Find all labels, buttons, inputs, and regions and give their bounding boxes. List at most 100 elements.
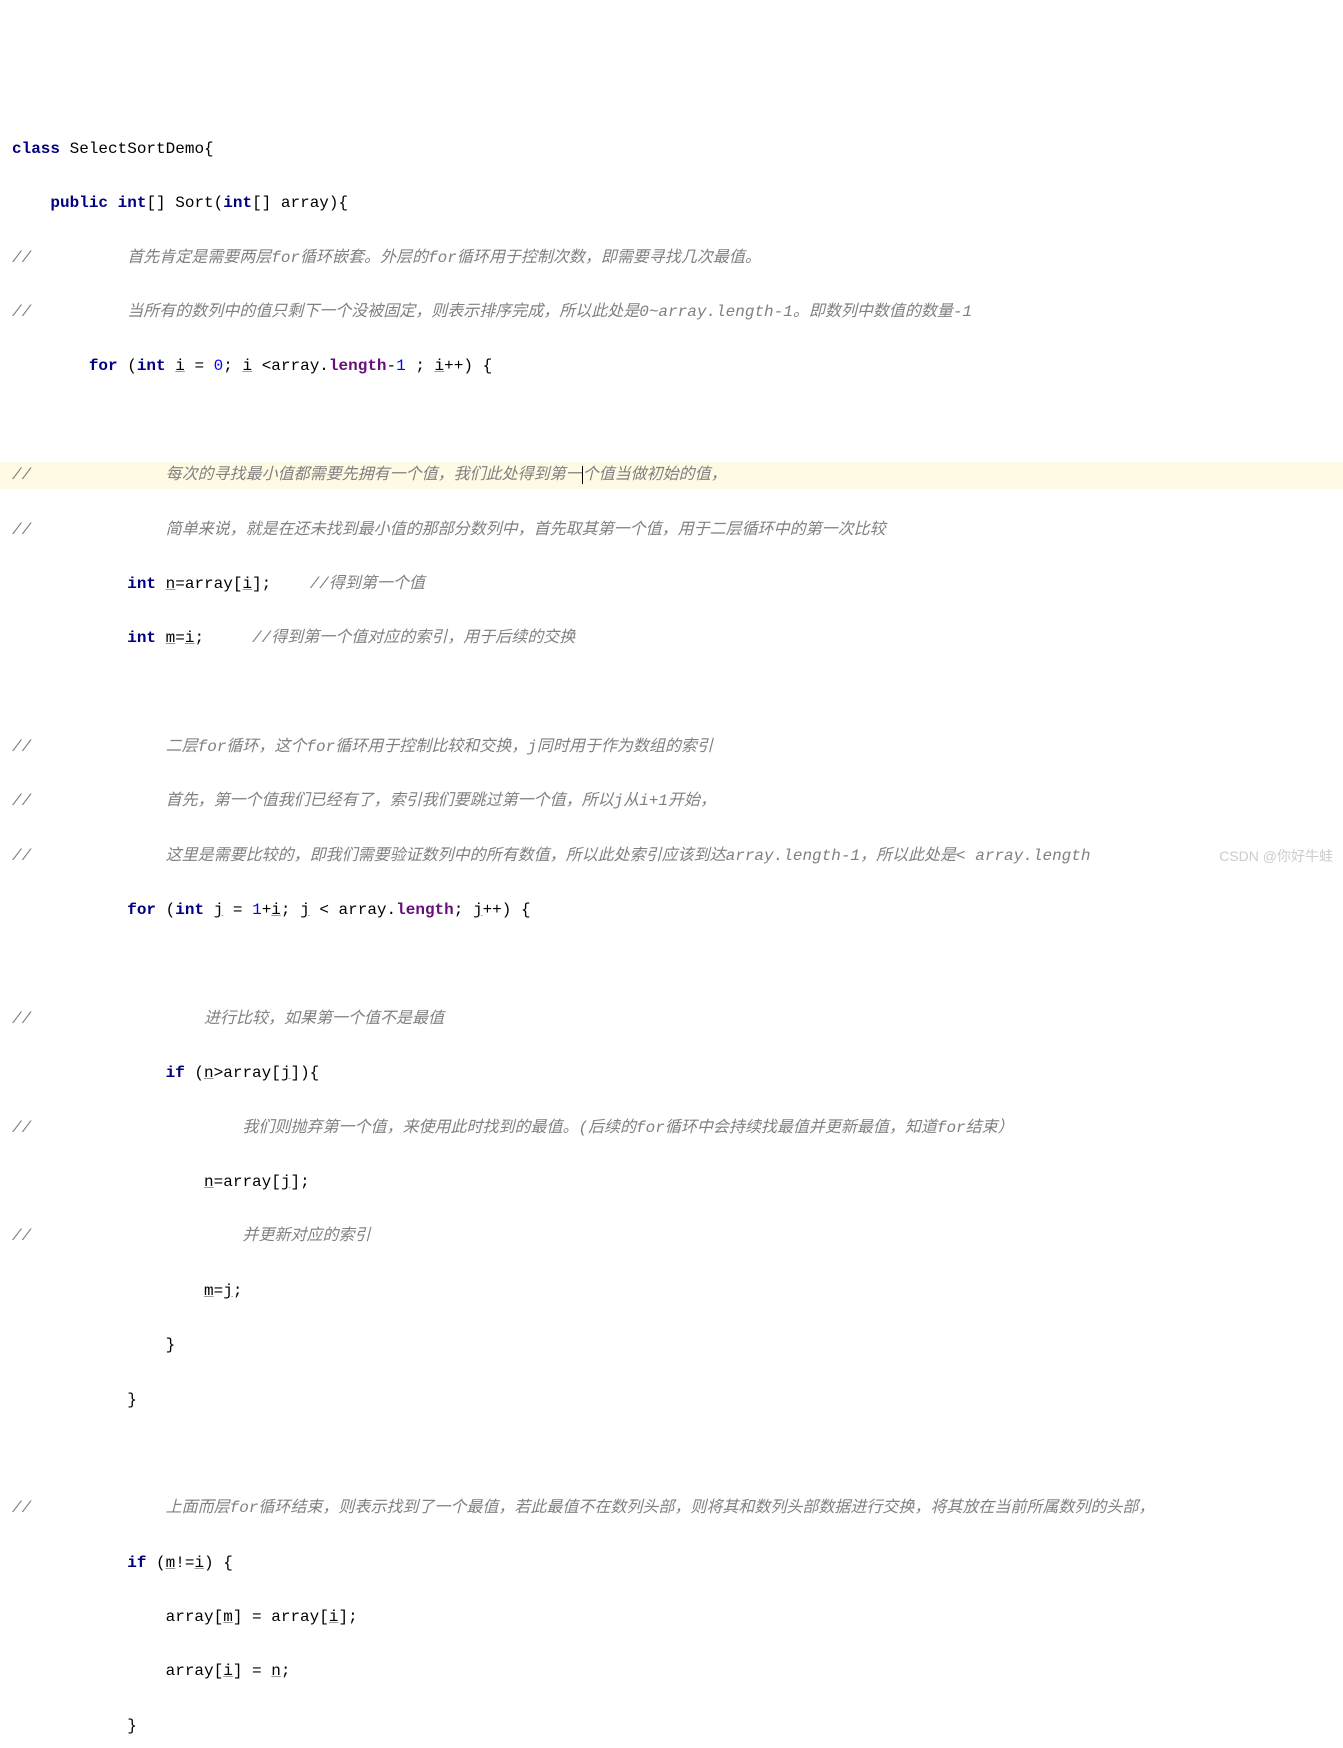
code-line[interactable]: if (m!=i) { bbox=[0, 1550, 1343, 1577]
comment-marker: // bbox=[12, 462, 31, 489]
code-text: [] bbox=[146, 194, 175, 212]
code-line[interactable]: // 二层for循环，这个for循环用于控制比较和交换，j同时用于作为数组的索引 bbox=[0, 734, 1343, 761]
variable: i bbox=[242, 357, 252, 375]
variable: n bbox=[166, 575, 176, 593]
variable: i bbox=[194, 1554, 204, 1572]
code-text: } bbox=[166, 1336, 176, 1354]
variable: n bbox=[204, 1173, 214, 1191]
code-text: = bbox=[223, 901, 252, 919]
code-text bbox=[156, 575, 166, 593]
keyword: int bbox=[127, 575, 156, 593]
code-text: = bbox=[175, 629, 185, 647]
code-line[interactable]: // 首先，第一个值我们已经有了，索引我们要跳过第一个值，所以j从i+1开始， bbox=[0, 788, 1343, 815]
code-line[interactable]: } bbox=[0, 1713, 1343, 1740]
code-line[interactable]: for (int j = 1+i; j < array.length; j++)… bbox=[0, 897, 1343, 924]
variable: n bbox=[204, 1064, 214, 1082]
code-line[interactable] bbox=[0, 952, 1343, 979]
variable: j bbox=[214, 901, 224, 919]
code-line[interactable]: // 简单来说，就是在还未找到最小值的那部分数列中，首先取其第一个值，用于二层循… bbox=[0, 517, 1343, 544]
code-line[interactable] bbox=[0, 1441, 1343, 1468]
code-text bbox=[166, 357, 176, 375]
code-text: } bbox=[127, 1391, 137, 1409]
code-line[interactable]: public int[] Sort(int[] array){ bbox=[0, 190, 1343, 217]
code-editor[interactable]: class SelectSortDemo{ public int[] Sort(… bbox=[0, 109, 1343, 1748]
comment-marker: // bbox=[12, 1115, 31, 1142]
comment-marker: // bbox=[12, 1495, 31, 1522]
comment: 个值当做初始的值， bbox=[583, 466, 727, 484]
code-line[interactable]: array[i] = n; bbox=[0, 1658, 1343, 1685]
code-line[interactable]: // 当所有的数列中的值只剩下一个没被固定，则表示排序完成，所以此处是0~arr… bbox=[0, 299, 1343, 326]
comment-marker: // bbox=[12, 1006, 31, 1033]
comment: 这里是需要比较的，即我们需要验证数列中的所有数值，所以此处索引应该到达array… bbox=[166, 847, 1091, 865]
code-line[interactable]: int m=i; //得到第一个值对应的索引，用于后续的交换 bbox=[0, 625, 1343, 652]
comment: 并更新对应的索引 bbox=[242, 1227, 370, 1245]
comment-marker: // bbox=[12, 843, 31, 870]
keyword: int bbox=[118, 194, 147, 212]
variable: n bbox=[271, 1662, 281, 1680]
field: length bbox=[329, 357, 387, 375]
variable: i bbox=[175, 357, 185, 375]
code-text: ; bbox=[406, 357, 435, 375]
keyword: int bbox=[137, 357, 166, 375]
code-text: ; bbox=[281, 1662, 291, 1680]
method-name: Sort bbox=[175, 194, 213, 212]
code-line-current[interactable]: // 每次的寻找最小值都需要先拥有一个值，我们此处得到第一个值当做初始的值， bbox=[0, 462, 1343, 489]
code-text: ; bbox=[233, 1282, 243, 1300]
code-line[interactable]: // 首先肯定是需要两层for循环嵌套。外层的for循环用于控制次数，即需要寻找… bbox=[0, 245, 1343, 272]
keyword: for bbox=[89, 357, 118, 375]
code-text: ; bbox=[454, 901, 473, 919]
code-line[interactable]: class SelectSortDemo{ bbox=[0, 136, 1343, 163]
keyword: if bbox=[166, 1064, 185, 1082]
comment: 我们则抛弃第一个值，来使用此时找到的最值。(后续的for循环中会持续找最值并更新… bbox=[242, 1119, 1013, 1137]
code-line[interactable]: array[m] = array[i]; bbox=[0, 1604, 1343, 1631]
code-line[interactable]: } bbox=[0, 1332, 1343, 1359]
code-text: ]; bbox=[338, 1608, 357, 1626]
variable: i bbox=[223, 1662, 233, 1680]
comment-marker: // bbox=[12, 299, 31, 326]
variable: j bbox=[473, 901, 483, 919]
code-text: ; bbox=[194, 629, 252, 647]
code-line[interactable]: // 进行比较，如果第一个值不是最值 bbox=[0, 1006, 1343, 1033]
code-line[interactable]: } bbox=[0, 1387, 1343, 1414]
code-text: =array[ bbox=[214, 1173, 281, 1191]
keyword: class bbox=[12, 140, 60, 158]
code-line[interactable]: for (int i = 0; i <array.length-1 ; i++)… bbox=[0, 353, 1343, 380]
code-line[interactable]: if (n>array[j]){ bbox=[0, 1060, 1343, 1087]
code-line[interactable]: // 上面而层for循环结束，则表示找到了一个最值，若此最值不在数列头部，则将其… bbox=[0, 1495, 1343, 1522]
code-text: = bbox=[214, 1282, 224, 1300]
code-text: } bbox=[127, 1717, 137, 1735]
comment: 二层for循环，这个for循环用于控制比较和交换，j同时用于作为数组的索引 bbox=[166, 738, 713, 756]
comment-marker: // bbox=[12, 788, 31, 815]
code-line[interactable] bbox=[0, 408, 1343, 435]
code-text: =array[ bbox=[175, 575, 242, 593]
code-text: < array. bbox=[310, 901, 396, 919]
variable: j bbox=[223, 1282, 233, 1300]
variable: i bbox=[242, 575, 252, 593]
comment: //得到第一个值对应的索引，用于后续的交换 bbox=[252, 629, 575, 647]
variable: m bbox=[204, 1282, 214, 1300]
code-text: + bbox=[262, 901, 272, 919]
code-line[interactable]: // 并更新对应的索引 bbox=[0, 1223, 1343, 1250]
comment-marker: // bbox=[12, 734, 31, 761]
code-line[interactable]: m=j; bbox=[0, 1278, 1343, 1305]
comment: 首先肯定是需要两层for循环嵌套。外层的for循环用于控制次数，即需要寻找几次最… bbox=[127, 249, 761, 267]
comment: 上面而层for循环结束，则表示找到了一个最值，若此最值不在数列头部，则将其和数列… bbox=[166, 1499, 1155, 1517]
number: 0 bbox=[214, 357, 224, 375]
code-line[interactable]: int n=array[i]; //得到第一个值 bbox=[0, 571, 1343, 598]
code-text: array[ bbox=[166, 1608, 224, 1626]
code-text: ; bbox=[223, 357, 242, 375]
code-text: = bbox=[185, 357, 214, 375]
number: 1 bbox=[252, 901, 262, 919]
code-text: ) { bbox=[204, 1554, 233, 1572]
code-line[interactable]: // 我们则抛弃第一个值，来使用此时找到的最值。(后续的for循环中会持续找最值… bbox=[0, 1115, 1343, 1142]
code-line[interactable] bbox=[0, 680, 1343, 707]
code-text: ( bbox=[118, 357, 137, 375]
keyword: if bbox=[127, 1554, 146, 1572]
field: length bbox=[396, 901, 454, 919]
code-text: ]; bbox=[290, 1173, 309, 1191]
code-line[interactable]: // 这里是需要比较的，即我们需要验证数列中的所有数值，所以此处索引应该到达ar… bbox=[0, 843, 1343, 870]
variable: j bbox=[281, 1173, 291, 1191]
code-line[interactable]: n=array[j]; bbox=[0, 1169, 1343, 1196]
code-text: ]){ bbox=[290, 1064, 319, 1082]
code-text: ( bbox=[185, 1064, 204, 1082]
